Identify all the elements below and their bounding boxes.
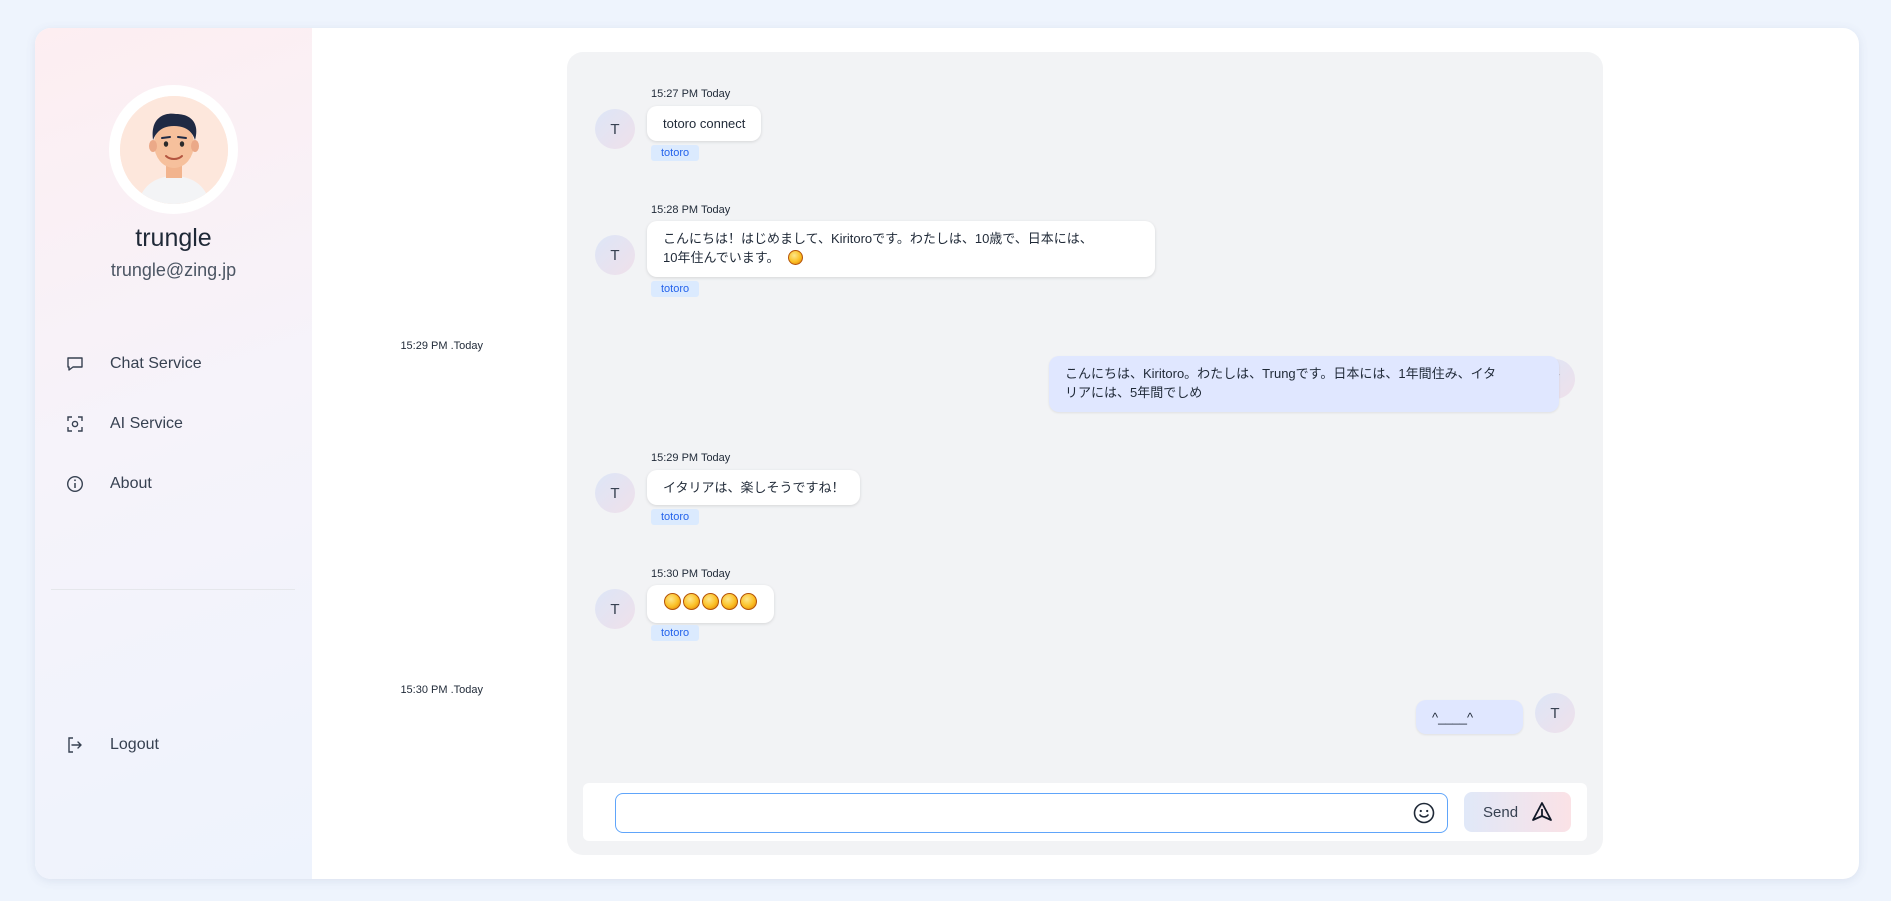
message-bubble: こんにちは、Kiritoro。わたしは、Trungです。日本には、1年間住み、イ… (1049, 356, 1559, 412)
smiling-face-emoji (683, 593, 700, 610)
sidebar-item-label: About (110, 475, 152, 492)
message-timestamp: 15:27 PM Today (651, 88, 731, 100)
avatar: T (595, 473, 635, 513)
message-text-line: こんにちは、Kiritoro。わたしは、Trungです。日本には、1年間住み、イ… (1065, 366, 1497, 381)
chat-bubble-icon (65, 354, 85, 374)
grinning-tongue-emoji (787, 250, 803, 265)
avatar: T (595, 589, 635, 629)
smiling-face-emoji (740, 593, 757, 610)
sidebar: trungle trungle@zing.jp Chat Service AI … (35, 28, 312, 879)
sidebar-item-chat-service[interactable]: Chat Service (65, 348, 202, 380)
message-bubble: こんにちは！はじめまして、Kiritoroです。わたしは、10歳で、日本には、 … (647, 221, 1155, 277)
message-bubble (647, 585, 774, 623)
avatar-image (119, 95, 228, 204)
message-composer: Send (583, 783, 1587, 841)
send-label: Send (1483, 803, 1519, 821)
message-timestamp: 15:30 PM Today (651, 568, 731, 580)
sender-tag: totoro (651, 281, 700, 297)
message-text-line: 10年住んでいます。 (663, 250, 780, 265)
sidebar-item-label: Chat Service (110, 355, 202, 372)
send-button[interactable]: Send (1464, 792, 1571, 832)
avatar: T (595, 109, 635, 149)
sender-tag: totoro (651, 625, 700, 641)
message-timestamp: 15:30 PM .Today (400, 684, 483, 696)
message-bubble: イタリアは、楽しそうですね！ (647, 470, 861, 505)
smiling-face-emoji (721, 593, 738, 610)
info-icon (65, 474, 85, 494)
logout-icon (65, 735, 85, 755)
message-timestamp: 15:28 PM Today (651, 204, 731, 216)
face-scan-icon (65, 414, 85, 434)
message-timestamp: 15:29 PM Today (651, 452, 731, 464)
sidebar-item-ai-service[interactable]: AI Service (65, 408, 183, 440)
smiling-face-emoji (702, 593, 719, 610)
logout-label: Logout (110, 736, 159, 753)
message-text-line: こんにちは！はじめまして、Kiritoroです。わたしは、10歳で、日本には、 (663, 231, 1093, 246)
sidebar-divider (51, 589, 295, 590)
send-triangle-icon (1531, 801, 1553, 823)
sender-tag: totoro (651, 145, 700, 161)
logout-button[interactable]: Logout (65, 729, 159, 761)
chat-panel: 15:27 PM Today T totoro connect totoro 1… (400, 52, 1603, 855)
message-bubble: ^____^ (1416, 700, 1523, 734)
message-text-line: リアには、5年間でしめ (1065, 385, 1203, 400)
message-bubble: totoro connect (647, 106, 762, 141)
sender-tag: totoro (651, 509, 700, 525)
sidebar-item-label: AI Service (110, 415, 183, 432)
user-name: trungle (135, 224, 212, 252)
avatar: T (595, 235, 635, 275)
message-text-line-2: 10年住んでいます。 (663, 248, 1139, 267)
smiling-face-emoji (664, 593, 681, 610)
user-email: trungle@zing.jp (110, 260, 237, 280)
app-window: trungle trungle@zing.jp Chat Service AI … (35, 28, 1859, 879)
smiley-icon[interactable] (1412, 801, 1436, 825)
avatar: T (1535, 693, 1575, 733)
message-input[interactable] (615, 793, 1448, 833)
sidebar-item-about[interactable]: About (65, 468, 152, 500)
profile-avatar (109, 85, 238, 214)
message-timestamp: 15:29 PM .Today (400, 340, 483, 352)
